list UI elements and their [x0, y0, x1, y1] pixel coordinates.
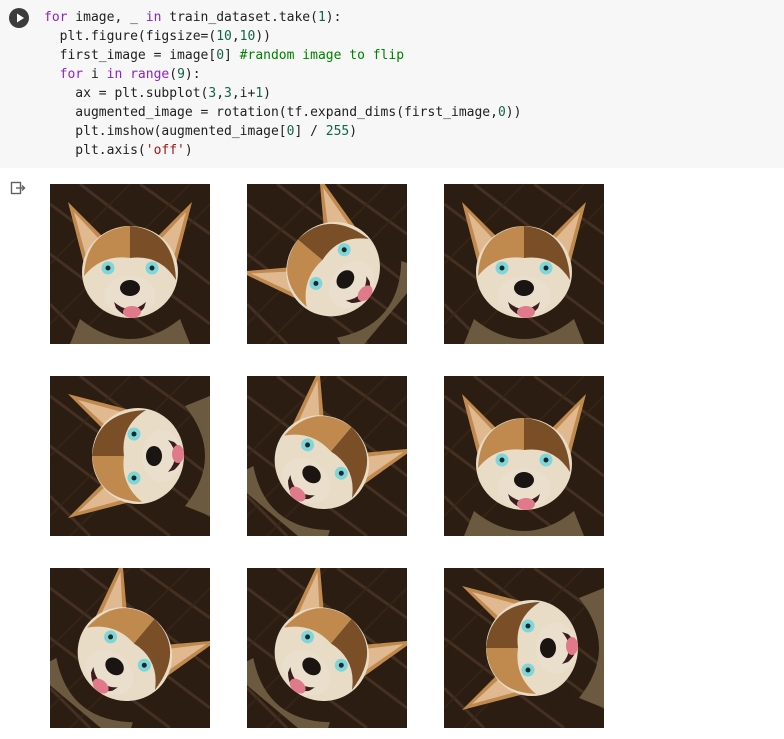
- play-icon: [17, 13, 24, 23]
- augmented-image-9: [444, 568, 604, 728]
- code-line: ax = plt.subplot(3,3,i+1): [44, 86, 271, 101]
- output-area: [0, 168, 784, 739]
- augmented-image-1: [50, 184, 210, 344]
- dog-photo-graphic: [444, 568, 604, 728]
- dog-photo-graphic: [247, 568, 407, 728]
- code-line: plt.imshow(augmented_image[0] / 255): [44, 124, 358, 139]
- augmented-image-5: [247, 376, 407, 536]
- run-cell-button[interactable]: [9, 8, 29, 28]
- dog-photo-graphic: [247, 184, 407, 344]
- dog-photo-graphic: [50, 376, 210, 536]
- dog-photo-graphic: [50, 568, 210, 728]
- code-line: plt.figure(figsize=(10,10)): [44, 29, 271, 44]
- augmented-image-3: [444, 184, 604, 344]
- augmented-image-8: [247, 568, 407, 728]
- dog-photo-graphic: [444, 376, 604, 536]
- code-line: augmented_image = rotation(tf.expand_dim…: [44, 105, 522, 120]
- code-cell[interactable]: for image, _ in train_dataset.take(1): p…: [0, 0, 784, 168]
- dog-photo-graphic: [247, 376, 407, 536]
- code-line: first_image = image[0] #random image to …: [44, 48, 405, 63]
- augmented-image-4: [50, 376, 210, 536]
- dog-photo-graphic: [444, 184, 604, 344]
- augmented-image-6: [444, 376, 604, 536]
- augmented-image-7: [50, 568, 210, 728]
- augmented-image-2: [247, 184, 407, 344]
- code-line: for image, _ in train_dataset.take(1):: [44, 10, 342, 25]
- code-line: plt.axis('off'): [44, 143, 193, 158]
- dog-photo-graphic: [50, 184, 210, 344]
- code-editor[interactable]: for image, _ in train_dataset.take(1): p…: [44, 8, 521, 160]
- code-line: for i in range(9):: [59, 67, 201, 82]
